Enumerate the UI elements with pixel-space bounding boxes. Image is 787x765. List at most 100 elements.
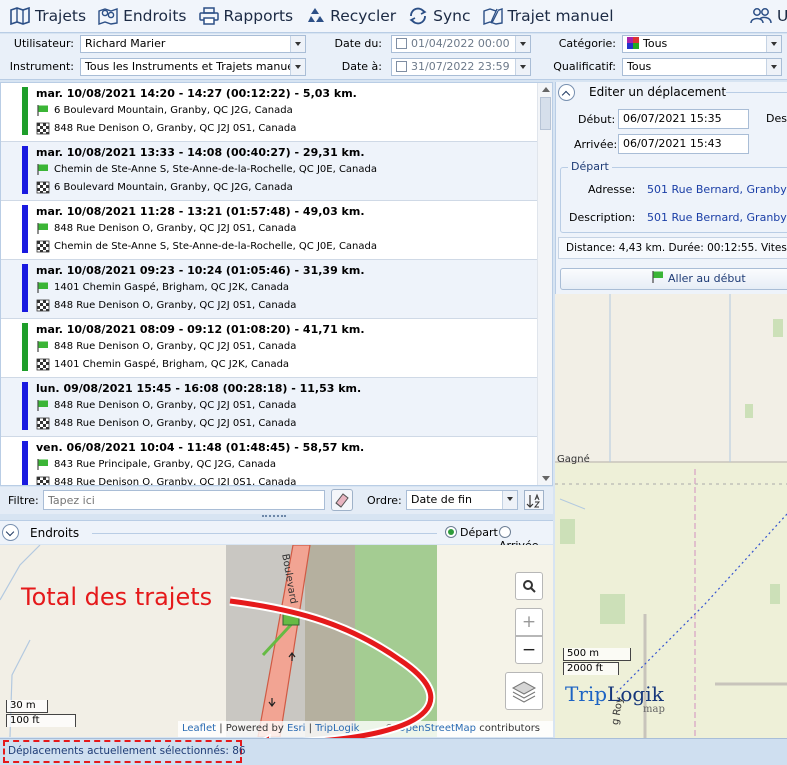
date-to-picker[interactable]: 31/07/2022 23:59 — [391, 58, 531, 76]
scroll-up-arrow[interactable] — [542, 87, 550, 92]
edit-start-input[interactable]: 06/07/2021 15:35 — [618, 109, 749, 129]
date-to-value: 31/07/2022 23:59 — [411, 60, 510, 73]
manual-trip-button[interactable]: Trajet manuel — [477, 0, 620, 33]
trip-row[interactable]: lun. 09/08/2021 15:45 - 16:08 (00:28:18)… — [1, 378, 552, 437]
zoom-out-button[interactable]: − — [515, 636, 543, 664]
trip-scale-imperial-label: 2000 ft — [567, 663, 603, 674]
description-label: Description: — [569, 211, 636, 224]
trip-row[interactable]: mar. 10/08/2021 11:28 - 13:21 (01:57:48)… — [1, 201, 552, 260]
manual-trip-icon — [482, 8, 503, 25]
instrument-select[interactable]: Tous les Instruments et Trajets manuels — [80, 58, 306, 76]
filter-input[interactable] — [43, 490, 325, 510]
places-map[interactable]: Boulevard + − 30 m 100 ft Leaflet | Powe… — [0, 545, 553, 737]
sync-button[interactable]: Sync — [402, 0, 476, 33]
trip-end-address: 848 Rue Denison O, Granby, QC J2J 0S1, C… — [54, 477, 297, 486]
users-icon — [750, 8, 772, 24]
category-color-icon — [627, 37, 639, 49]
collapse-places-button[interactable] — [2, 524, 19, 541]
green-flag-icon — [37, 341, 48, 352]
trip-start-address: 848 Rue Denison O, Granby, QC J2J 0S1, C… — [54, 223, 297, 234]
user-select[interactable]: Richard Marier — [80, 35, 306, 53]
places-header-line — [92, 533, 437, 534]
trip-end-address: 848 Rue Denison O, Granby, QC J2J 0S1, C… — [54, 123, 297, 134]
description-value[interactable]: 501 Rue Bernard, Granby, QC J — [647, 211, 787, 224]
trip-row[interactable]: mar. 10/08/2021 08:09 - 09:12 (01:08:20)… — [1, 319, 552, 378]
depart-group-title: Départ — [568, 160, 612, 173]
osm-link[interactable]: OpenStreetMap — [398, 723, 476, 734]
address-label: Adresse: — [588, 183, 636, 196]
date-from-checkbox[interactable] — [396, 38, 407, 49]
trip-start: 843 Rue Principale, Granby, QC J2G, Cana… — [36, 458, 276, 471]
trip-start: 848 Rue Denison O, Granby, QC J2J 0S1, C… — [36, 399, 296, 412]
powered-by-text: | Powered by — [219, 723, 284, 734]
date-from-picker[interactable]: 01/04/2022 00:00 — [391, 35, 531, 53]
chevron-down-icon — [515, 36, 530, 52]
chevron-down-icon — [502, 491, 517, 509]
trip-end-address: 6 Boulevard Mountain, Granby, QC J2G, Ca… — [54, 182, 293, 193]
layers-button[interactable] — [505, 672, 543, 710]
checkered-flag-icon — [36, 181, 50, 194]
trip-end: 848 Rue Denison O, Granby, QC J2J 0S1, C… — [36, 122, 296, 135]
leaflet-link[interactable]: Leaflet — [182, 723, 216, 734]
reports-button[interactable]: Rapports — [193, 0, 300, 33]
trip-start-address: 6 Boulevard Mountain, Granby, QC J2G, Ca… — [54, 105, 293, 116]
splitter-grip[interactable] — [262, 515, 286, 518]
trip-map[interactable]: Gagné g Roy 500 m 2000 ft TripLogik map — [555, 294, 787, 738]
edit-header-line — [726, 92, 787, 93]
trip-start-address: 1401 Chemin Gaspé, Brigham, QC J2K, Cana… — [54, 282, 290, 293]
collapse-edit-button[interactable] — [558, 84, 575, 101]
trip-row[interactable]: mar. 10/08/2021 14:20 - 14:27 (00:12:22)… — [1, 83, 552, 142]
trip-rows: mar. 10/08/2021 14:20 - 14:27 (00:12:22)… — [1, 83, 552, 486]
date-to-checkbox[interactable] — [396, 61, 407, 72]
places-map-tiles — [0, 545, 553, 737]
trip-start-address: Chemin de Ste-Anne S, Ste-Anne-de-la-Roc… — [54, 164, 378, 175]
order-select[interactable]: Date de fin — [406, 490, 518, 510]
attribution-separator: | — [308, 723, 312, 734]
trip-row[interactable]: mar. 10/08/2021 09:23 - 10:24 (01:05:46)… — [1, 260, 552, 319]
goto-start-button[interactable]: Aller au début — [560, 268, 787, 290]
places-button[interactable]: Endroits — [92, 0, 192, 33]
trips-label: Trajets — [35, 7, 87, 25]
address-value[interactable]: 501 Rue Bernard, Granby, QC J — [647, 183, 787, 196]
trips-button[interactable]: Trajets — [0, 0, 92, 33]
map-search-button[interactable] — [515, 572, 543, 600]
trip-header: mar. 10/08/2021 14:20 - 14:27 (00:12:22)… — [36, 87, 357, 100]
sort-az-icon — [526, 493, 541, 508]
green-flag-icon — [37, 282, 48, 293]
users-button[interactable]: Ut — [744, 0, 787, 33]
start-radio-label: Départ — [460, 526, 498, 539]
category-select[interactable]: Tous — [622, 35, 782, 53]
trip-row[interactable]: ven. 06/08/2021 10:04 - 11:48 (01:48:45)… — [1, 437, 552, 486]
sort-direction-button[interactable] — [524, 490, 544, 510]
recycle-label: Recycler — [330, 7, 397, 25]
green-flag-icon — [37, 105, 48, 116]
trip-end: 6 Boulevard Mountain, Granby, QC J2G, Ca… — [36, 181, 293, 194]
scroll-thumb[interactable] — [540, 97, 551, 130]
triplogik-logo: TripLogik map — [565, 682, 665, 715]
trip-end: 848 Rue Denison O, Granby, QC J2J 0S1, C… — [36, 476, 297, 486]
esri-link[interactable]: Esri — [287, 723, 305, 734]
date-to-label: Date à: — [341, 60, 382, 73]
clear-filter-button[interactable] — [331, 489, 353, 511]
scroll-down-arrow[interactable] — [542, 476, 550, 481]
minus-icon: − — [521, 640, 537, 660]
triplogik-link[interactable]: TripLogik — [315, 723, 359, 734]
trip-category-bar — [22, 382, 28, 430]
trip-category-bar — [22, 323, 28, 371]
logo-trip: Trip — [565, 682, 608, 706]
trip-start: 848 Rue Denison O, Granby, QC J2J 0S1, C… — [36, 222, 296, 235]
checkered-flag-icon — [36, 358, 50, 371]
recycle-button[interactable]: Recycler — [299, 0, 402, 33]
filter-panel: Utilisateur: Richard Marier Instrument: … — [0, 34, 787, 80]
edit-arrival-input[interactable]: 06/07/2021 15:43 — [618, 134, 749, 154]
trip-list-scrollbar[interactable] — [537, 83, 552, 485]
chevron-down-icon — [766, 36, 781, 52]
trip-summary-text: Distance: 4,43 km. Durée: 00:12:55. Vite… — [566, 242, 787, 254]
trip-start-address: 848 Rue Denison O, Granby, QC J2J 0S1, C… — [54, 400, 297, 411]
start-radio[interactable]: Départ — [445, 526, 498, 539]
places-title: Endroits — [30, 526, 80, 540]
zoom-in-button[interactable]: + — [515, 608, 543, 636]
qualifier-select[interactable]: Tous — [622, 58, 782, 76]
trip-row[interactable]: mar. 10/08/2021 13:33 - 14:08 (00:40:27)… — [1, 142, 552, 201]
depart-group: Départ Adresse: 501 Rue Bernard, Granby,… — [560, 160, 787, 233]
